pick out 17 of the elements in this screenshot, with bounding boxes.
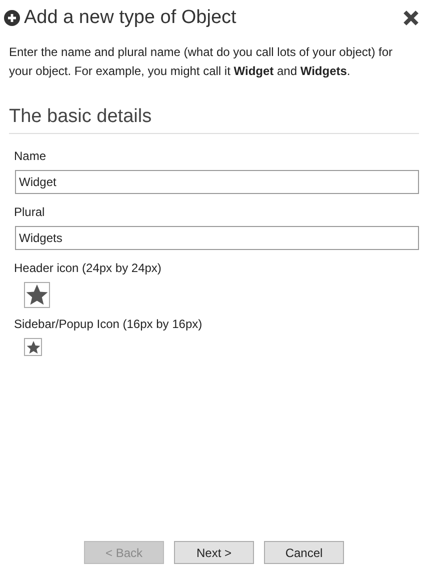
intro-text: Enter the name and plural name (what do you call lots of your object) for your object. For example, you might call it Widget and Widgets. xyxy=(8,44,394,80)
star-icon xyxy=(25,283,49,307)
plus-circle-icon xyxy=(4,10,20,26)
section-heading: The basic details xyxy=(9,106,152,126)
icon-picker[interactable] xyxy=(24,338,42,356)
field-label: Name xyxy=(14,148,48,164)
field-label: Sidebar/Popup Icon (16px by 16px) xyxy=(14,316,204,332)
star-icon xyxy=(26,340,40,354)
icon-picker[interactable] xyxy=(24,282,50,308)
field-label: Plural xyxy=(14,204,46,220)
field-label: Header icon (24px by 24px) xyxy=(14,260,162,276)
close-icon[interactable] xyxy=(402,9,420,28)
dialog-button[interactable]: Cancel xyxy=(264,541,344,564)
text-field[interactable]: Widgets xyxy=(15,226,419,250)
dialog-button[interactable]: Next > xyxy=(174,541,254,564)
dialog-title: Add a new type of Object xyxy=(24,6,236,30)
text-field[interactable]: Widget xyxy=(15,170,419,194)
